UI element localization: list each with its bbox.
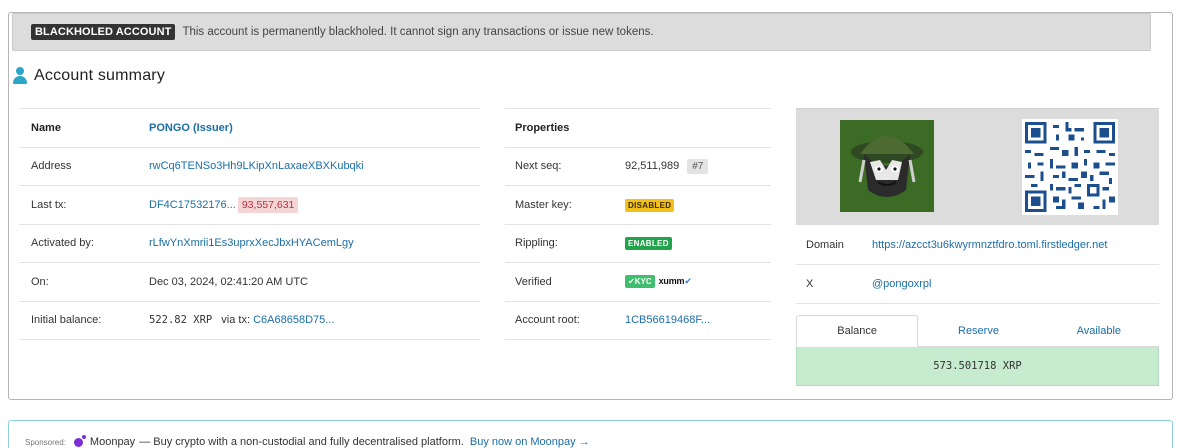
activated-by-link[interactable]: rLfwYnXmrii1Es3uprxXecJbxHYACemLgy <box>149 237 354 249</box>
verified-label: Verified <box>505 262 625 301</box>
next-seq-value: 92,511,989 <box>625 160 680 173</box>
rippling-label: Rippling: <box>505 223 625 263</box>
initial-tx-link[interactable]: C6A68658D75... <box>253 314 334 326</box>
blackholed-tag: BLACKHOLED ACCOUNT <box>31 24 176 40</box>
seq-badge: #7 <box>687 159 709 175</box>
sponsor-brand: Moonpay <box>89 436 136 448</box>
summary-heading: Account summary <box>12 67 165 85</box>
sponsored-banner: Sponsored: Moonpay — Buy crypto with a n… <box>8 420 1173 448</box>
user-icon <box>12 67 28 85</box>
account-root-label: Account root: <box>505 300 625 340</box>
x-handle-link[interactable]: @pongoxrpl <box>872 278 931 290</box>
qr-code <box>1022 119 1118 215</box>
master-key-status: DISABLED <box>625 198 675 212</box>
next-seq-label: Next seq: <box>505 146 625 186</box>
account-info-table: Name PONGO (Issuer) Address rwCq6TENSo3H… <box>19 108 480 340</box>
xumm-logo: xumm✔ <box>658 276 692 287</box>
initial-balance-amount: 522.82 XRP <box>149 314 213 327</box>
balance-tabs: Balance Reserve Available <box>796 315 1159 347</box>
account-root-link[interactable]: 1CB56619468F... <box>625 314 710 326</box>
activation-date: Dec 03, 2024, 02:41:20 AM UTC <box>149 262 480 301</box>
properties-table: Properties Next seq: 92,511,989 #7 Master… <box>505 108 771 340</box>
x-label: X <box>796 264 872 304</box>
sponsor-text: — Buy crypto with a non-custodial and fu… <box>139 436 464 448</box>
details-table: Domain https://azcct3u6kwyrmnztfdro.toml… <box>796 226 1159 304</box>
activated-label: Activated by: <box>19 223 149 263</box>
blackholed-banner: BLACKHOLED ACCOUNT This account is perma… <box>12 13 1151 51</box>
properties-header: Properties <box>505 108 771 147</box>
ledger-badge[interactable]: 93,557,631 <box>237 196 299 213</box>
tab-balance[interactable]: Balance <box>796 315 919 347</box>
sponsor-link[interactable]: Buy now on Moonpay → <box>470 436 590 448</box>
domain-label: Domain <box>796 226 872 265</box>
rippling-status: ENABLED <box>625 237 672 251</box>
name-link[interactable]: PONGO (Issuer) <box>149 122 233 134</box>
blackholed-message: This account is permanently blackholed. … <box>182 26 654 38</box>
address-link[interactable]: rwCq6TENSo3Hh9LKipXnLaxaeXBXKubqki <box>149 160 364 172</box>
initial-balance-label: Initial balance: <box>19 300 149 340</box>
on-label: On: <box>19 262 149 301</box>
master-key-label: Master key: <box>505 185 625 224</box>
via-tx-label: via tx: <box>221 314 251 327</box>
address-label: Address <box>19 146 149 186</box>
domain-link[interactable]: https://azcct3u6kwyrmnztfdro.toml.firstl… <box>872 239 1107 251</box>
tab-available[interactable]: Available <box>1039 315 1159 346</box>
sponsored-label: Sponsored: <box>25 437 66 447</box>
page-title: Account summary <box>34 67 166 84</box>
tab-reserve[interactable]: Reserve <box>918 315 1038 346</box>
verified-badges: ✔KYC xumm✔ <box>625 275 692 289</box>
media-panel <box>796 108 1159 225</box>
last-tx-link[interactable]: DF4C17532176... <box>149 199 236 211</box>
last-tx-label: Last tx: <box>19 185 149 224</box>
kyc-badge: ✔KYC <box>625 275 655 289</box>
name-label: Name <box>19 108 149 147</box>
balance-value: 573.501718 XRP <box>796 347 1159 386</box>
moonpay-icon <box>73 434 86 447</box>
avatar <box>840 120 934 212</box>
